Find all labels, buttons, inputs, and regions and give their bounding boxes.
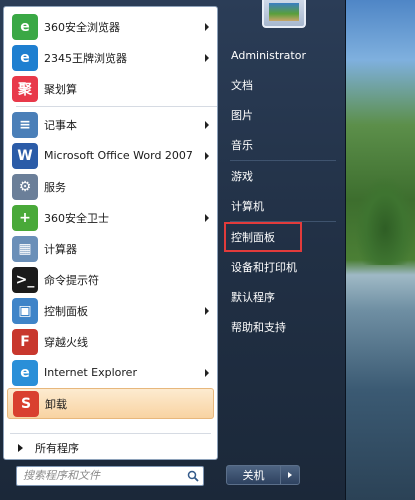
program-label: 360安全浏览器 — [44, 20, 120, 34]
avatar-image — [269, 3, 299, 21]
services-icon: ⚙ — [12, 173, 38, 200]
wallpaper-trees — [355, 175, 415, 265]
program-list: e 360安全浏览器 e 2345王牌浏览器聚聚划算 ≡ 记事本 W Microsoft Of… — [4, 11, 217, 419]
program-item[interactable]: ≡ 记事本 — [4, 109, 217, 140]
submenu-arrow-icon[interactable] — [205, 53, 209, 62]
program-list-pane: e 360安全浏览器 e 2345王牌浏览器聚聚划算 ≡ 记事本 W Microsoft Of… — [3, 6, 218, 460]
program-label: Microsoft Office Word 2007 — [44, 149, 193, 162]
program-label: 控制面板 — [44, 304, 88, 318]
submenu-arrow-icon[interactable] — [205, 368, 209, 377]
crossfire-icon: F — [12, 328, 38, 355]
submenu-arrow-icon[interactable] — [205, 151, 209, 160]
program-label: 360安全卫士 — [44, 211, 109, 225]
program-label: 服务 — [44, 180, 66, 194]
program-label: 记事本 — [44, 118, 77, 132]
program-item[interactable]: e Internet Explorer — [4, 357, 217, 388]
all-programs-label: 所有程序 — [35, 442, 79, 455]
program-item[interactable]: ▣ 控制面板 — [4, 295, 217, 326]
chevron-right-icon — [288, 472, 292, 478]
shutdown-button-group: 关机 — [226, 465, 300, 485]
separator — [10, 433, 211, 434]
program-item[interactable]: F 穿越火线 — [4, 326, 217, 357]
program-item[interactable]: W Microsoft Office Word 2007 — [4, 140, 217, 171]
ie-icon: e — [12, 359, 38, 386]
word-icon: W — [12, 142, 38, 169]
program-item[interactable]: ⚙ 服务 — [4, 171, 217, 202]
user-avatar[interactable] — [262, 0, 306, 28]
right-item-pictures[interactable]: 图片 — [224, 100, 342, 130]
right-item-computer[interactable]: 计算机 — [224, 191, 342, 221]
submenu-arrow-icon[interactable] — [205, 22, 209, 31]
separator — [16, 106, 217, 107]
right-item-help-support[interactable]: 帮助和支持 — [224, 312, 342, 342]
right-item-devices-printers[interactable]: 设备和打印机 — [224, 252, 342, 282]
chevron-right-icon — [18, 444, 23, 452]
program-item[interactable]: S 卸载 — [7, 388, 214, 419]
program-label: Internet Explorer — [44, 366, 137, 379]
shutdown-options-button[interactable] — [281, 466, 299, 484]
right-item-administrator[interactable]: Administrator — [224, 40, 342, 70]
search-input[interactable]: 搜索程序和文件 — [16, 466, 204, 486]
program-label: 聚划算 — [44, 82, 77, 96]
notepad-icon: ≡ — [12, 111, 38, 138]
right-pane: Administrator 文档 图片 音乐 游戏 计算机 控制面板 设备和打印… — [224, 40, 342, 342]
right-item-control-panel[interactable]: 控制面板 — [224, 222, 302, 252]
uninstall-icon: S — [13, 390, 39, 417]
right-item-documents[interactable]: 文档 — [224, 70, 342, 100]
2345-browser-icon: e — [12, 44, 38, 71]
program-item[interactable]: e 360安全浏览器 — [4, 11, 217, 42]
program-item[interactable]: >_ 命令提示符 — [4, 264, 217, 295]
right-item-games[interactable]: 游戏 — [224, 161, 342, 191]
submenu-arrow-icon[interactable] — [205, 120, 209, 129]
control-panel-icon: ▣ — [12, 297, 38, 324]
search-placeholder: 搜索程序和文件 — [23, 469, 100, 482]
program-item[interactable]: +360安全卫士 — [4, 202, 217, 233]
program-label: 2345王牌浏览器 — [44, 51, 127, 65]
program-label: 穿越火线 — [44, 335, 88, 349]
program-item[interactable]: ▦ 计算器 — [4, 233, 217, 264]
juhuasuan-icon: 聚 — [12, 75, 38, 102]
program-item[interactable]: 聚聚划算 — [4, 73, 217, 104]
submenu-arrow-icon[interactable] — [205, 306, 209, 315]
search-icon[interactable] — [187, 470, 199, 482]
shutdown-button[interactable]: 关机 — [227, 466, 281, 484]
360-safeguard-icon: + — [12, 204, 38, 231]
program-label: 命令提示符 — [44, 273, 99, 287]
program-label: 卸载 — [45, 397, 67, 411]
cmd-icon: >_ — [12, 266, 38, 293]
submenu-arrow-icon[interactable] — [205, 213, 209, 222]
all-programs-button[interactable]: 所有程序 — [4, 436, 217, 460]
360-browser-icon: e — [12, 13, 38, 40]
program-label: 计算器 — [44, 242, 77, 256]
right-item-default-programs[interactable]: 默认程序 — [224, 282, 342, 312]
start-menu: e 360安全浏览器 e 2345王牌浏览器聚聚划算 ≡ 记事本 W Microsoft Of… — [0, 0, 346, 500]
calculator-icon: ▦ — [12, 235, 38, 262]
right-item-music[interactable]: 音乐 — [224, 130, 342, 160]
program-item[interactable]: e 2345王牌浏览器 — [4, 42, 217, 73]
